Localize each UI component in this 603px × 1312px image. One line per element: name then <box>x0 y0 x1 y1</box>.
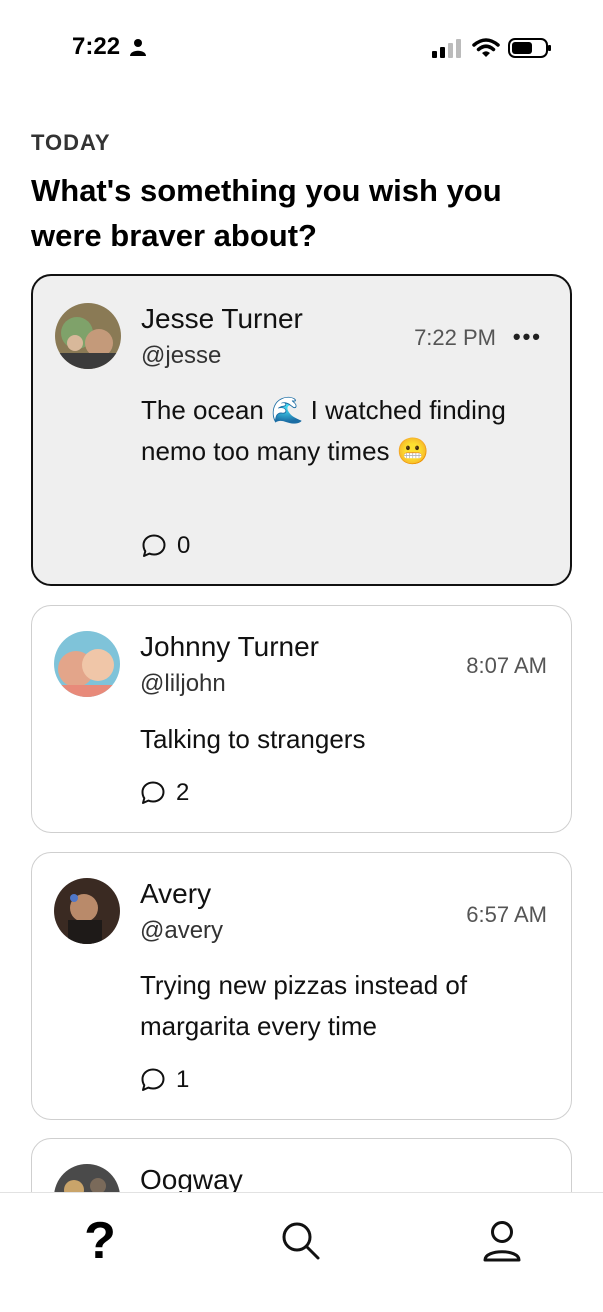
post-time: 6:57 AM <box>466 902 547 927</box>
comment-count: 1 <box>176 1066 190 1093</box>
post-author-name[interactable]: Oogway <box>140 1164 243 1192</box>
status-bar: 7:22 <box>0 0 603 100</box>
comments-button[interactable]: 0 <box>141 532 190 560</box>
comment-icon <box>141 781 165 804</box>
post-text: Talking to strangers <box>140 724 366 754</box>
post-card[interactable]: Jesse Turner @jesse 7:22 PM ••• The ocea… <box>31 274 572 586</box>
comments-button[interactable]: 1 <box>140 1066 189 1094</box>
post-text: The ocean 🌊 I watched finding nemo too m… <box>141 395 506 466</box>
battery-icon <box>508 38 551 58</box>
post-feed[interactable]: Jesse Turner @jesse 7:22 PM ••• The ocea… <box>0 274 603 1192</box>
post-author-handle: @avery <box>140 917 224 944</box>
post-card[interactable]: Johnny Turner @liljohn 8:07 AM Talking t… <box>31 605 572 833</box>
tab-profile[interactable] <box>472 1211 532 1271</box>
profile-icon <box>483 1221 521 1262</box>
post-author-name[interactable]: Avery <box>140 878 211 910</box>
signal-icon <box>432 39 461 58</box>
post-text: Trying new pizzas instead of margarita e… <box>140 970 468 1041</box>
post-author-name[interactable]: Jesse Turner <box>141 303 303 335</box>
post-author-handle: @jesse <box>141 342 222 369</box>
person-icon <box>130 39 146 56</box>
section-label: TODAY <box>31 130 111 155</box>
comments-button[interactable]: 2 <box>140 779 189 807</box>
post-time: 7:22 PM <box>414 325 496 350</box>
avatar[interactable] <box>54 878 120 944</box>
comment-count: 0 <box>177 532 191 559</box>
comment-icon <box>141 1068 165 1091</box>
comment-icon <box>142 534 166 557</box>
avatar[interactable] <box>54 631 120 697</box>
prompt-title: What's something you wish you were brave… <box>31 173 502 253</box>
more-options-icon[interactable]: ••• <box>513 324 542 350</box>
search-icon <box>282 1222 320 1260</box>
post-author-name[interactable]: Johnny Turner <box>140 631 319 663</box>
post-card[interactable]: Avery @avery 6:57 AM Trying new pizzas i… <box>31 852 572 1120</box>
post-time: 8:07 AM <box>466 653 547 678</box>
status-time: 7:22 <box>72 33 121 60</box>
avatar[interactable] <box>55 303 121 369</box>
post-author-handle: @liljohn <box>140 670 226 697</box>
tab-bar: ? <box>0 1192 603 1312</box>
avatar[interactable] <box>54 1164 120 1192</box>
comment-count: 2 <box>176 779 190 806</box>
tab-search[interactable] <box>271 1211 331 1271</box>
wifi-icon <box>472 38 500 57</box>
tab-question[interactable]: ? <box>70 1211 130 1271</box>
post-card[interactable]: Oogway <box>31 1138 572 1192</box>
